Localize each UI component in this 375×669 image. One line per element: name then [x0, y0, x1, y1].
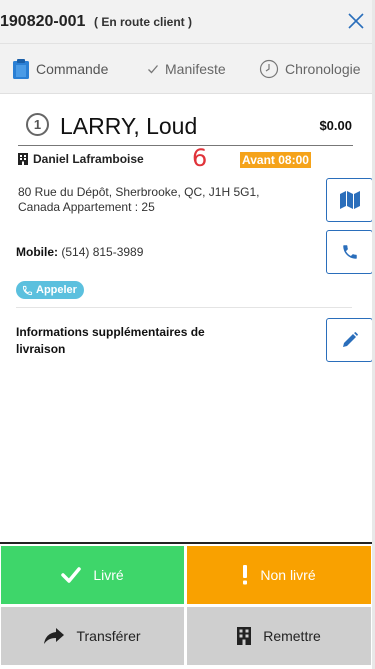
building-icon: [237, 627, 252, 645]
clock-icon: [259, 59, 279, 79]
contact-name: Daniel Laframboise: [33, 152, 144, 166]
map-icon: [339, 191, 360, 209]
delivered-button[interactable]: Livré: [1, 546, 184, 604]
tab-bar: Commande Manifeste Chronologie: [0, 44, 375, 94]
pencil-icon: [342, 332, 358, 347]
check-icon: [148, 65, 158, 74]
tab-commande[interactable]: Commande: [12, 44, 108, 94]
stop-number: 6: [192, 144, 208, 172]
phone-icon: [342, 245, 357, 259]
extra-info-label: Informations supplémentaires de livraiso…: [16, 325, 205, 356]
phone-button[interactable]: [326, 230, 373, 274]
call-label: Appeler: [36, 284, 77, 296]
clipboard-icon: [13, 59, 29, 79]
delivered-label: Livré: [93, 567, 124, 583]
tab-label: Chronologie: [285, 61, 361, 77]
divider: [16, 307, 352, 308]
mobile-number: (514) 815-3989: [61, 245, 144, 259]
order-id: 190820-001: [0, 13, 86, 30]
phone-icon: [22, 285, 33, 295]
close-icon: [348, 13, 364, 29]
divider: [18, 145, 353, 146]
stop-sequence-badge: 1: [26, 113, 49, 136]
top-bar: 190820-001 ( En route client ): [0, 0, 375, 44]
tab-chronologie[interactable]: Chronologie: [259, 44, 361, 94]
not-delivered-label: Non livré: [260, 567, 316, 583]
amount-due: $0.00: [319, 118, 352, 133]
handover-button[interactable]: Remettre: [187, 607, 371, 665]
contact-row: Daniel Laframboise: [18, 152, 144, 166]
transfer-label: Transférer: [76, 628, 141, 644]
exclamation-icon: [243, 565, 248, 585]
map-button[interactable]: [326, 178, 373, 222]
client-name: LARRY, Loud: [60, 113, 198, 139]
check-icon: [61, 567, 82, 583]
mobile-row: Mobile: (514) 815-3989: [16, 245, 143, 259]
tab-label: Commande: [36, 61, 109, 77]
building-icon: [18, 153, 28, 165]
order-status: ( En route client ): [94, 15, 193, 29]
time-window-badge: Avant 08:00: [240, 152, 311, 168]
not-delivered-button[interactable]: Non livré: [187, 546, 371, 604]
delivery-address: 80 Rue du Dépôt, Sherbrooke, QC, J1H 5G1…: [18, 185, 260, 214]
handover-label: Remettre: [263, 628, 321, 644]
call-button[interactable]: Appeler: [16, 281, 84, 299]
footer-divider: [0, 542, 375, 544]
mobile-label: Mobile:: [16, 245, 58, 259]
edit-button[interactable]: [326, 318, 373, 362]
share-arrow-icon: [44, 628, 65, 644]
transfer-button[interactable]: Transférer: [1, 607, 184, 665]
close-button[interactable]: [347, 12, 365, 30]
tab-manifeste[interactable]: Manifeste: [147, 44, 226, 94]
tab-label: Manifeste: [165, 61, 226, 77]
